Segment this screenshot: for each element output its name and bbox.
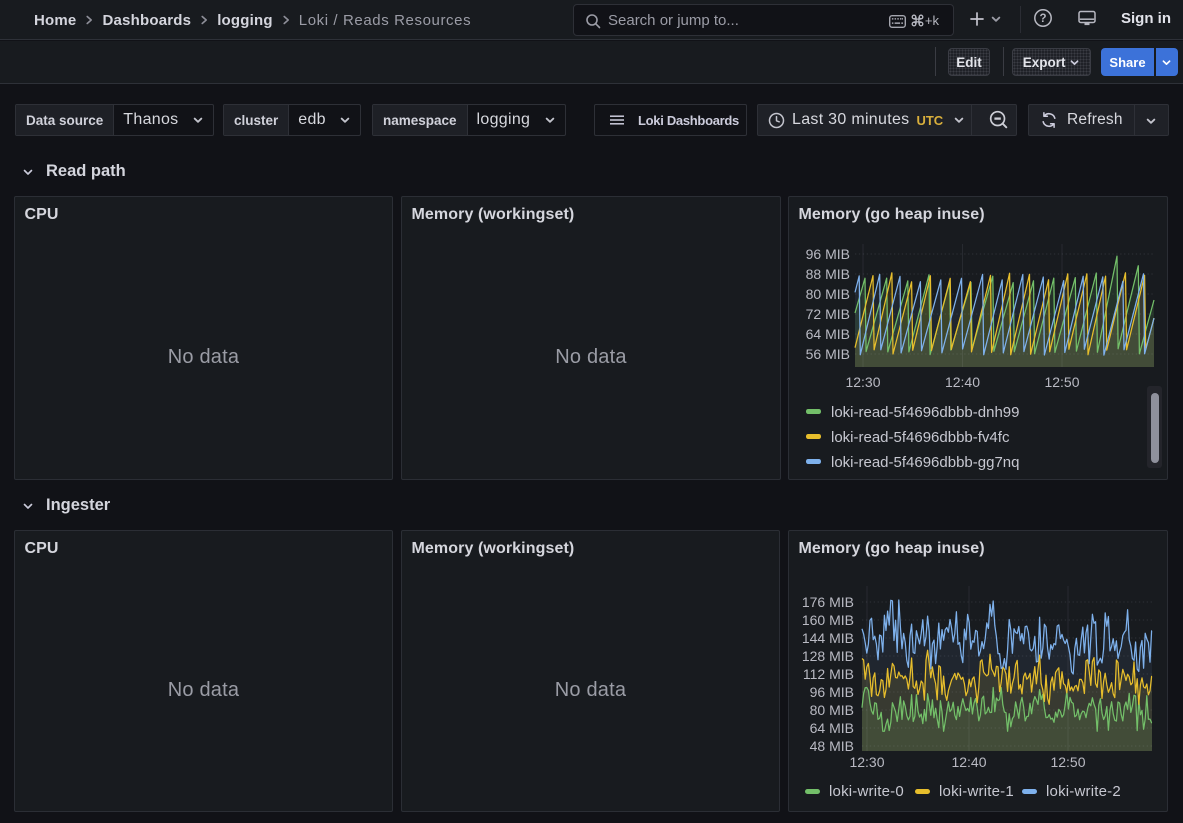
svg-text:48 MIB: 48 MIB (810, 738, 854, 754)
svg-text:12:30: 12:30 (845, 374, 880, 390)
svg-text:160 MIB: 160 MIB (802, 612, 854, 628)
svg-text:144 MIB: 144 MIB (802, 630, 854, 646)
svg-text:56 MIB: 56 MIB (806, 346, 850, 362)
svg-text:?: ? (1039, 13, 1046, 25)
svg-text:64 MIB: 64 MIB (810, 720, 854, 736)
svg-text:96 MIB: 96 MIB (810, 684, 854, 700)
svg-text:12:30: 12:30 (849, 754, 884, 770)
svg-text:80 MIB: 80 MIB (806, 286, 850, 302)
svg-text:88 MIB: 88 MIB (806, 266, 850, 282)
svg-text:72 MIB: 72 MIB (806, 306, 850, 322)
svg-text:12:40: 12:40 (945, 374, 980, 390)
svg-text:80 MIB: 80 MIB (810, 702, 854, 718)
svg-text:12:40: 12:40 (951, 754, 986, 770)
svg-text:12:50: 12:50 (1044, 374, 1079, 390)
svg-text:64 MIB: 64 MIB (806, 326, 850, 342)
svg-text:96 MIB: 96 MIB (806, 246, 850, 262)
svg-text:12:50: 12:50 (1050, 754, 1085, 770)
svg-text:128 MIB: 128 MIB (802, 648, 854, 664)
svg-text:112 MIB: 112 MIB (803, 666, 854, 682)
svg-text:176 MIB: 176 MIB (802, 594, 854, 610)
